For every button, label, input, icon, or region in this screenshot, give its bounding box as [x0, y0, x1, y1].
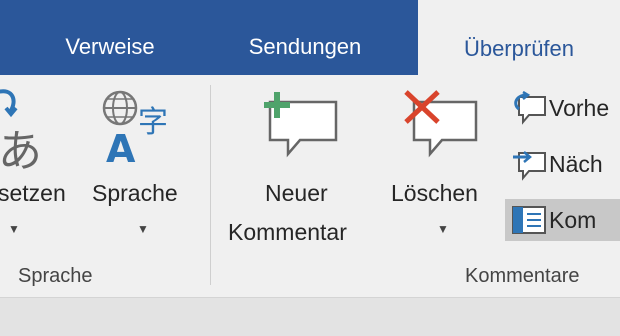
kommentare-anzeigen-button[interactable]: Kom: [505, 199, 620, 241]
ribbon-bottom-strip: [0, 297, 620, 336]
next-comment-icon: [513, 151, 546, 181]
naechster-label: Näch: [549, 150, 603, 177]
translate-icon: あ: [0, 89, 42, 172]
delete-comment-icon: [404, 90, 478, 158]
tab-verweise[interactable]: Verweise: [30, 0, 190, 75]
previous-comment-icon: [514, 91, 546, 125]
tab-ueberpruefen[interactable]: Überprüfen: [418, 0, 620, 80]
sprache-label: Sprache: [92, 180, 178, 206]
neuer-kommentar-label-line2: Kommentar: [228, 219, 347, 245]
neuer-kommentar-label-line1: Neuer: [265, 180, 328, 206]
sprache-dropdown-caret[interactable]: ▼: [137, 222, 149, 236]
group-label-kommentare: Kommentare: [465, 265, 580, 287]
svg-text:A: A: [106, 127, 136, 168]
vorheriger-kommentar-button[interactable]: Vorhe: [505, 87, 620, 129]
group-separator: [210, 85, 211, 285]
tab-sendungen[interactable]: Sendungen: [210, 0, 400, 75]
loeschen-dropdown-caret[interactable]: ▼: [437, 222, 449, 236]
kommentare-anzeigen-label: Kom: [549, 206, 597, 233]
uebersetzen-label: setzen: [0, 180, 66, 206]
group-label-sprache: Sprache: [18, 265, 93, 287]
ribbon-tab-bar: Verweise Sendungen Überprüfen: [0, 0, 620, 80]
new-comment-icon: [264, 92, 338, 158]
uebersetzen-dropdown-caret[interactable]: ▼: [8, 222, 20, 236]
svg-text:字: 字: [138, 105, 168, 140]
show-comments-icon: [512, 206, 546, 234]
svg-text:あ: あ: [0, 126, 42, 172]
language-icon: A 字: [102, 90, 168, 168]
naechster-kommentar-button[interactable]: Näch: [505, 143, 620, 185]
loeschen-label: Löschen: [391, 180, 478, 206]
vorheriger-label: Vorhe: [549, 94, 610, 121]
